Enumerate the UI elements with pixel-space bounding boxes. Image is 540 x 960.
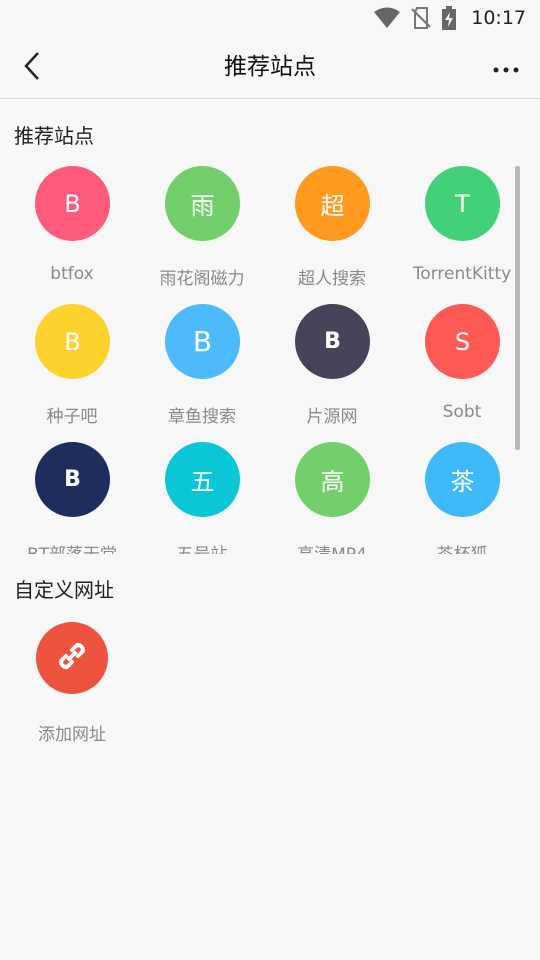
site-avatar: 高 — [295, 442, 370, 517]
site-label: 超人搜索 — [298, 269, 366, 289]
add-url-label: 添加网址 — [38, 725, 106, 745]
site-avatar: B — [35, 166, 110, 241]
status-time: 10:17 — [471, 7, 526, 29]
chevron-left-icon — [22, 51, 42, 85]
grid-scrollbar[interactable] — [515, 166, 520, 450]
site-item[interactable]: 超 超人搜索 — [267, 166, 397, 304]
site-item[interactable]: S Sobt — [397, 304, 527, 442]
site-label: BT部落天堂 — [0, 540, 147, 554]
add-url-avatar — [36, 622, 108, 694]
site-item[interactable]: B 片源网 — [267, 304, 397, 442]
recommended-sites-grid: B btfox 雨 雨花阁磁力 超 超人搜索 T TorrentKitty B … — [0, 166, 540, 554]
site-avatar: S — [425, 304, 500, 379]
battery-charging-icon — [441, 5, 457, 31]
site-label: btfox — [50, 264, 94, 284]
back-button[interactable] — [14, 50, 50, 86]
wifi-icon — [373, 7, 401, 29]
site-label: 茶杯狐 — [387, 540, 537, 554]
site-item[interactable]: 高 高清MP4 — [267, 442, 397, 554]
site-avatar: B — [295, 304, 370, 379]
site-item[interactable]: 雨 雨花阁磁力 — [137, 166, 267, 304]
page-title: 推荐站点 — [224, 54, 316, 80]
no-sim-icon — [411, 6, 431, 30]
recommended-section-title: 推荐站点 — [14, 124, 94, 148]
more-dots-icon — [492, 59, 520, 78]
site-item[interactable]: B BT部落天堂 — [7, 442, 137, 554]
site-label: 种子吧 — [46, 407, 98, 427]
add-url-button[interactable]: 添加网址 — [7, 622, 137, 752]
status-bar: 10:17 — [0, 0, 540, 36]
site-label: 五号站 — [127, 540, 277, 554]
site-item[interactable]: B btfox — [7, 166, 137, 304]
site-avatar: 五 — [165, 442, 240, 517]
site-label: 片源网 — [306, 407, 358, 427]
site-avatar: B — [165, 304, 240, 379]
site-item[interactable]: B 种子吧 — [7, 304, 137, 442]
site-label: 章鱼搜索 — [168, 407, 236, 427]
custom-section-title: 自定义网址 — [14, 578, 114, 602]
app-bar: 推荐站点 — [0, 36, 540, 99]
site-item[interactable]: 五 五号站 — [137, 442, 267, 554]
site-avatar: B — [35, 442, 110, 517]
site-avatar: 茶 — [425, 442, 500, 517]
site-avatar: 雨 — [165, 166, 240, 241]
site-label: 雨花阁磁力 — [159, 269, 245, 289]
site-avatar: 超 — [295, 166, 370, 241]
site-item[interactable]: 茶 茶杯狐 — [397, 442, 527, 554]
site-avatar: B — [35, 304, 110, 379]
site-item[interactable]: T TorrentKitty — [397, 166, 527, 304]
site-avatar: T — [425, 166, 500, 241]
more-button[interactable] — [486, 50, 526, 86]
site-item[interactable]: B 章鱼搜索 — [137, 304, 267, 442]
link-icon — [52, 636, 92, 680]
site-label: 高清MP4 — [257, 540, 407, 554]
